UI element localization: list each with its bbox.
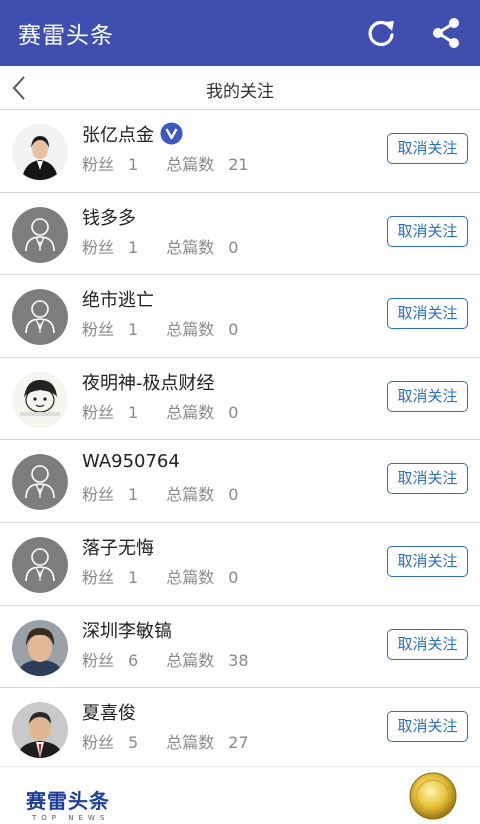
user-stats: 粉丝 1 总篇数 21	[82, 151, 249, 175]
unfollow-button[interactable]: 取消关注	[387, 463, 468, 495]
total-count: 0	[228, 402, 239, 422]
avatar[interactable]	[12, 454, 68, 511]
total-label: 总篇数	[166, 237, 215, 257]
unfollow-button[interactable]: 取消关注	[387, 298, 468, 330]
avatar[interactable]	[12, 536, 68, 593]
footer-logo-subtext: TOP NEWS	[32, 814, 110, 822]
follow-row[interactable]: 夏喜俊粉丝 5 总篇数 27 取消关注	[0, 688, 480, 771]
total-count: 0	[228, 567, 239, 587]
follow-row[interactable]: 钱多多粉丝 1 总篇数 0 取消关注	[0, 192, 480, 276]
fans-label: 粉丝	[82, 402, 115, 422]
page-title: 我的关注	[206, 82, 274, 102]
user-stats: 粉丝 1 总篇数 0	[82, 564, 238, 588]
user-name: 夜明神-极点财经	[82, 372, 215, 394]
footer-logo-text: 赛雷头条	[26, 789, 110, 813]
footer: 赛雷头条 TOP NEWS	[0, 766, 480, 824]
total-label: 总篇数	[166, 567, 215, 587]
fans-label: 粉丝	[82, 237, 115, 257]
fans-label: 粉丝	[82, 155, 115, 174]
total-label: 总篇数	[166, 320, 215, 340]
user-stats: 粉丝 1 总篇数 0	[82, 234, 238, 258]
app-title: 赛雷头条	[18, 23, 114, 49]
fans-count: 1	[128, 237, 139, 257]
gold-coin-button[interactable]	[409, 772, 457, 820]
user-name: 落子无悔	[82, 537, 154, 559]
fans-count: 1	[128, 402, 139, 422]
fans-count: 5	[128, 733, 139, 753]
total-label: 总篇数	[166, 402, 215, 422]
unfollow-button[interactable]: 取消关注	[387, 711, 468, 743]
unfollow-button[interactable]: 取消关注	[387, 215, 468, 247]
refresh-icon[interactable]	[362, 14, 400, 52]
user-name: WA950764	[82, 451, 180, 473]
follow-list: 张亿点金 粉丝 1 总篇数 21 取消关注 钱多多 粉丝 1 总篇数 0 取消关注 绝市逃亡 粉丝 1 总篇数…	[0, 110, 480, 771]
avatar[interactable]	[12, 619, 68, 676]
follow-row[interactable]: 落子无悔粉丝 1 总篇数 0 取消关注	[0, 522, 480, 606]
total-label: 总篇数	[166, 650, 215, 670]
user-name: 张亿点金	[82, 125, 154, 146]
total-count: 27	[228, 733, 249, 753]
user-stats: 粉丝 1 总篇数 0	[82, 481, 238, 505]
total-count: 0	[228, 485, 239, 505]
user-stats: 粉丝 6 总篇数 38	[82, 647, 249, 671]
fans-label: 粉丝	[82, 485, 115, 505]
fans-label: 粉丝	[82, 567, 115, 587]
follow-row[interactable]: 绝市逃亡粉丝 1 总篇数 0 取消关注	[0, 275, 480, 358]
follow-row[interactable]: 深圳李敏镐粉丝 6 总篇数 38 取消关注	[0, 605, 480, 689]
user-name: 钱多多	[82, 207, 136, 229]
follow-row[interactable]: WA950764 粉丝 1 总篇数 0 取消关注	[0, 440, 480, 523]
unfollow-button[interactable]: 取消关注	[387, 380, 468, 412]
page-header: 我的关注	[0, 66, 480, 110]
fans-count: 6	[128, 650, 139, 670]
fans-count: 1	[128, 320, 139, 340]
unfollow-button[interactable]: 取消关注	[387, 628, 468, 660]
fans-label: 粉丝	[82, 650, 115, 670]
user-name: 夏喜俊	[82, 703, 136, 725]
fans-count: 1	[128, 485, 139, 505]
fans-count: 1	[128, 155, 139, 174]
total-label: 总篇数	[166, 733, 215, 753]
unfollow-button[interactable]: 取消关注	[387, 545, 468, 577]
total-count: 21	[228, 155, 249, 174]
avatar[interactable]	[12, 124, 68, 180]
user-stats: 粉丝 5 总篇数 27	[82, 729, 249, 753]
follow-row[interactable]: 夜明神-极点财经 粉丝 1 总篇数 0 取消关注	[0, 357, 480, 441]
avatar[interactable]	[12, 702, 68, 759]
verified-badge-icon	[160, 122, 183, 145]
user-name: 深圳李敏镐	[82, 620, 172, 642]
total-label: 总篇数	[166, 485, 215, 505]
total-count: 0	[228, 237, 239, 257]
user-stats: 粉丝 1 总篇数 0	[82, 399, 238, 423]
total-count: 38	[228, 650, 249, 670]
follow-row[interactable]: 张亿点金粉丝 1 总篇数 21 取消关注	[0, 110, 480, 193]
avatar[interactable]	[12, 371, 68, 428]
app-bar: 赛雷头条	[0, 0, 480, 66]
fans-label: 粉丝	[82, 733, 115, 753]
total-count: 0	[228, 320, 239, 340]
user-stats: 粉丝 1 总篇数 0	[82, 316, 238, 340]
total-label: 总篇数	[166, 155, 215, 174]
user-name: 绝市逃亡	[82, 290, 154, 312]
fans-label: 粉丝	[82, 320, 115, 340]
avatar[interactable]	[12, 206, 68, 263]
fans-count: 1	[128, 567, 139, 587]
footer-logo[interactable]: 赛雷头条 TOP NEWS	[26, 785, 110, 822]
unfollow-button[interactable]: 取消关注	[387, 133, 468, 164]
share-icon[interactable]	[427, 14, 465, 52]
avatar[interactable]	[12, 289, 68, 346]
